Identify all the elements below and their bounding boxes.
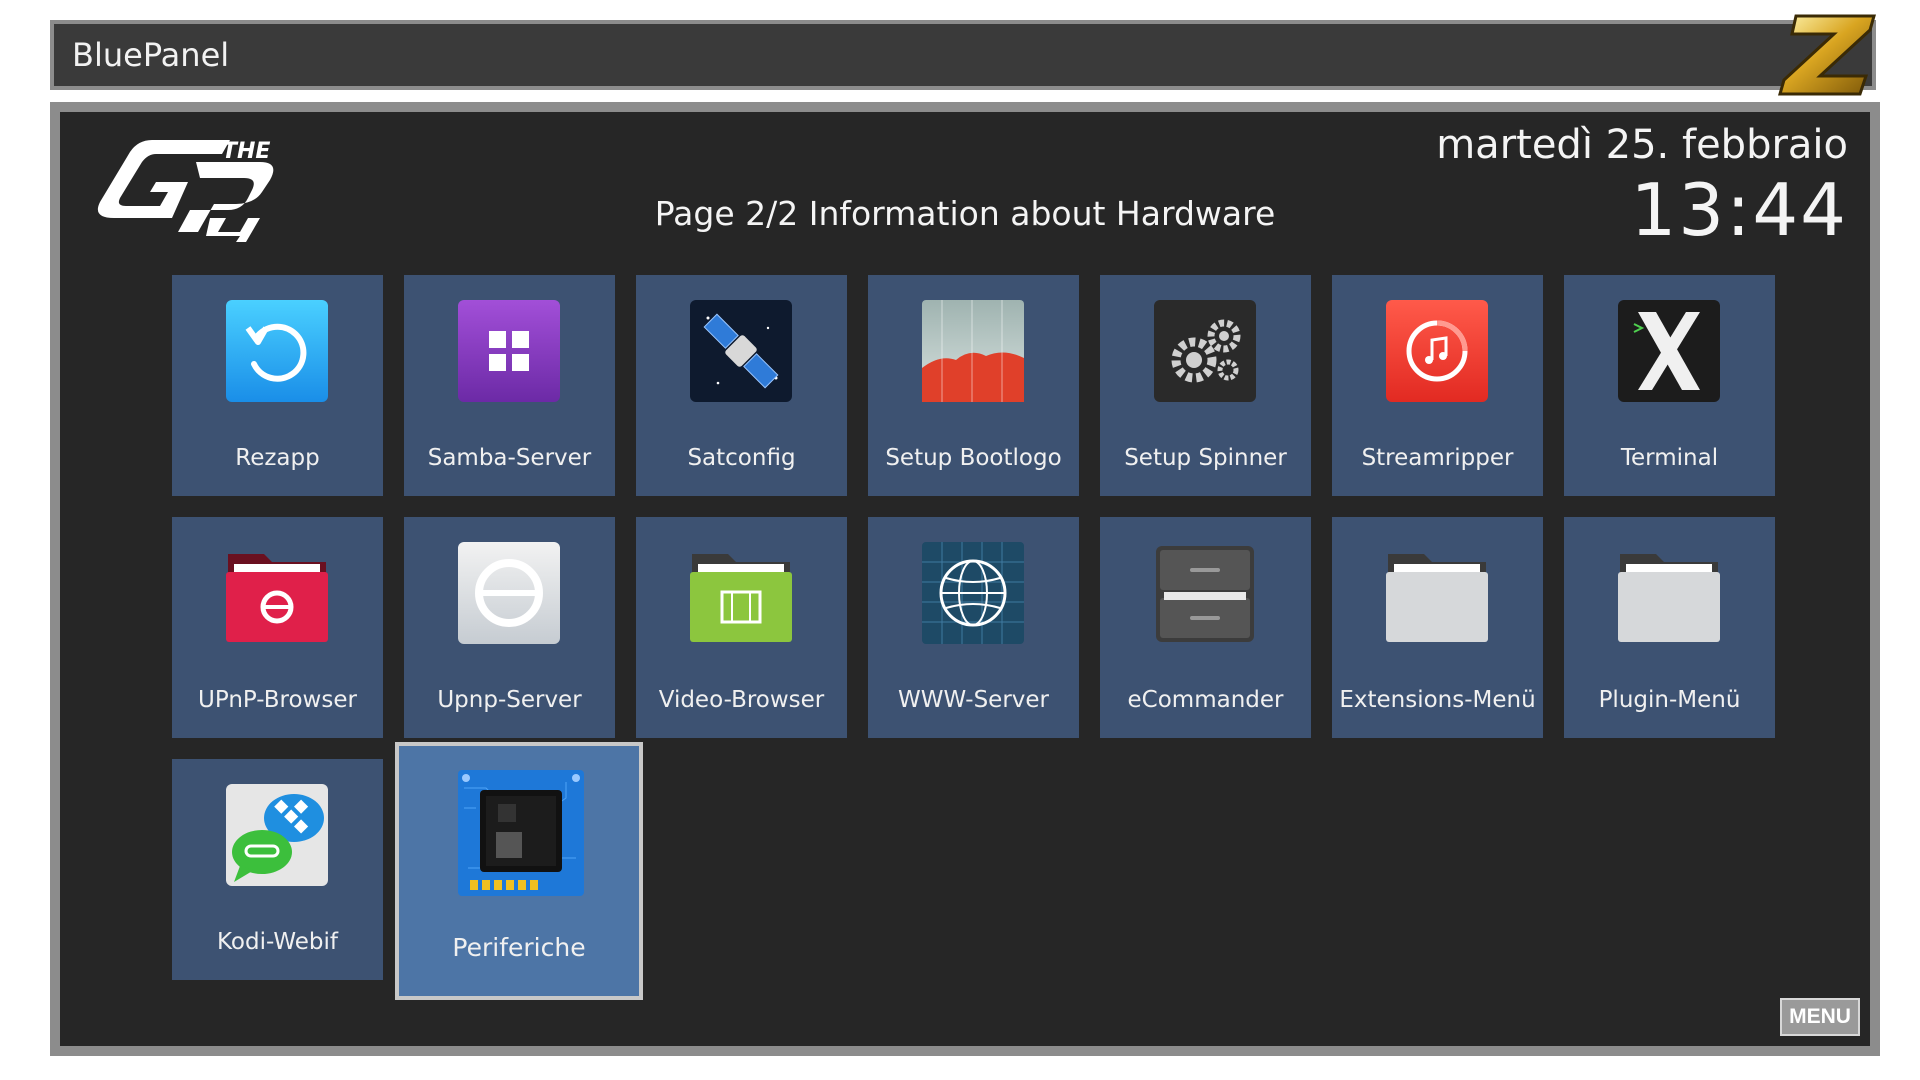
- tile-extensions-menu[interactable]: Extensions-Menü: [1332, 517, 1543, 738]
- tile-www-server[interactable]: WWW-Server: [868, 517, 1079, 738]
- tile-label: Rezapp: [235, 444, 320, 471]
- tile-label: Samba-Server: [427, 444, 592, 471]
- tile-label: Setup Bootlogo: [885, 444, 1062, 471]
- tile-satconfig[interactable]: Satconfig: [636, 275, 847, 496]
- tile-plugin-menu[interactable]: Plugin-Menü: [1564, 517, 1775, 738]
- gears-icon: [1154, 300, 1256, 402]
- tile-setup-spinner[interactable]: Setup Spinner: [1100, 275, 1311, 496]
- svg-text:THE: THE: [222, 139, 270, 164]
- tile-ecommander[interactable]: eCommander: [1100, 517, 1311, 738]
- menu-button[interactable]: MENU: [1780, 998, 1860, 1036]
- upnp-folder-icon: [226, 554, 328, 642]
- tile-label: Kodi-Webif: [217, 928, 338, 955]
- tile-upnp-server[interactable]: Upnp-Server: [404, 517, 615, 738]
- tile-label: WWW-Server: [897, 686, 1050, 713]
- refresh-icon: [226, 300, 328, 402]
- folder-icon: [1386, 554, 1488, 642]
- music-icon: [1386, 300, 1488, 402]
- tile-label: Satconfig: [687, 444, 796, 471]
- kodi-chat-icon: [226, 784, 328, 886]
- tile-periferiche[interactable]: Periferiche: [395, 742, 643, 1000]
- grid-icon: [458, 300, 560, 402]
- tile-label: Video-Browser: [658, 686, 825, 713]
- z-logo-icon: [1778, 14, 1876, 96]
- chip-icon: [458, 770, 584, 896]
- tile-label: eCommander: [1127, 686, 1284, 713]
- drawer-icon: [1156, 546, 1254, 642]
- tile-label: UPnP-Browser: [198, 686, 357, 713]
- tile-kodi-webif[interactable]: Kodi-Webif: [172, 759, 383, 980]
- folder-icon: [1618, 554, 1720, 642]
- window-title: BluePanel: [72, 36, 230, 74]
- tile-terminal[interactable]: Terminal: [1564, 275, 1775, 496]
- tile-label: Periferiche: [452, 932, 586, 962]
- upnp-server-icon: [458, 542, 560, 644]
- tile-label: Setup Spinner: [1124, 444, 1287, 471]
- globe-icon: [922, 542, 1024, 644]
- video-folder-icon: [690, 554, 792, 642]
- main-panel: THE martedì 25. febbraio 13:44 Page 2/2 …: [50, 102, 1880, 1056]
- title-bar: BluePanel: [50, 20, 1876, 90]
- tile-label: Upnp-Server: [437, 686, 582, 713]
- tile-label: Streamripper: [1361, 444, 1514, 471]
- tile-streamripper[interactable]: Streamripper: [1332, 275, 1543, 496]
- tile-label: Terminal: [1620, 444, 1719, 471]
- tile-label: Plugin-Menü: [1598, 686, 1741, 713]
- tile-setup-bootlogo[interactable]: Setup Bootlogo: [868, 275, 1079, 496]
- tile-label: Extensions-Menü: [1339, 686, 1536, 713]
- tile-samba-server[interactable]: Samba-Server: [404, 275, 615, 496]
- terminal-x-icon: [1618, 300, 1720, 402]
- tile-rezapp[interactable]: Rezapp: [172, 275, 383, 496]
- tile-video-browser[interactable]: Video-Browser: [636, 517, 847, 738]
- date-display: martedì 25. febbraio: [1436, 122, 1848, 168]
- page-title: Page 2/2 Information about Hardware: [654, 194, 1276, 233]
- satellite-icon: [690, 300, 792, 402]
- bootlogo-icon: [922, 300, 1024, 402]
- tile-upnp-browser[interactable]: UPnP-Browser: [172, 517, 383, 738]
